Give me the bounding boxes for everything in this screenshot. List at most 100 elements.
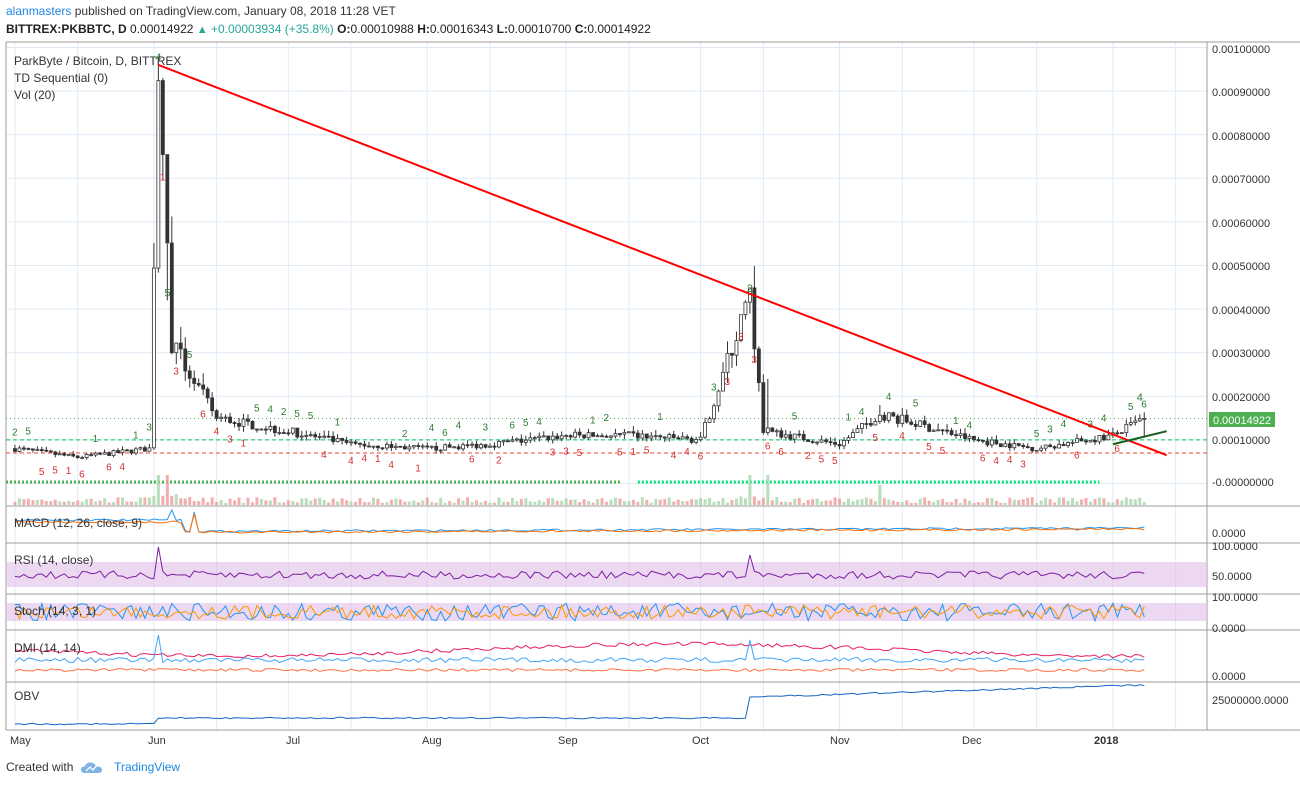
symbol-ohlc-bar: BITTREX:PKBBTC, D 0.00014922 ▲ +0.000039… bbox=[6, 22, 651, 36]
candle-body bbox=[528, 437, 533, 441]
volume-bar bbox=[752, 496, 756, 505]
price-tick: 0.00020000 bbox=[1212, 392, 1270, 404]
volume-bar bbox=[1012, 499, 1016, 505]
td-count: 4 bbox=[348, 456, 354, 467]
candle-body bbox=[438, 449, 443, 452]
td-count: 1 bbox=[160, 173, 166, 184]
candle-body bbox=[35, 449, 40, 451]
candle-body bbox=[241, 418, 246, 427]
td-count: 5 bbox=[832, 456, 838, 467]
author-link[interactable]: alanmasters bbox=[6, 4, 71, 18]
chart-canvas[interactable]: 2 55 5 1 616 413135643 15 4 2 5 5414 4 14214 646326 5 4… bbox=[0, 40, 1300, 755]
time-label: Nov bbox=[830, 735, 850, 747]
candle-body bbox=[187, 370, 192, 379]
candle-body bbox=[1079, 438, 1084, 442]
candle-body bbox=[595, 435, 600, 438]
volume-bar bbox=[708, 497, 712, 505]
volume-bar bbox=[999, 502, 1003, 505]
volume-bar bbox=[959, 502, 963, 505]
candle-body bbox=[196, 383, 201, 386]
td-count: 4 bbox=[966, 421, 972, 432]
stoch-title: Stoch (14, 3, 1) bbox=[14, 604, 96, 618]
candle-body bbox=[39, 449, 44, 451]
td-count: 6 bbox=[469, 455, 475, 466]
td-count: 6 bbox=[1074, 451, 1080, 462]
candle-body bbox=[456, 446, 461, 450]
tradingview-brand-link[interactable]: TradingView bbox=[114, 760, 180, 774]
candle-body bbox=[272, 425, 277, 433]
td-count: 1 bbox=[335, 418, 341, 429]
time-label: Sep bbox=[558, 735, 578, 747]
candle-body bbox=[1115, 432, 1120, 435]
candle-body bbox=[134, 448, 138, 454]
candle-body bbox=[353, 441, 358, 444]
candle-body bbox=[107, 452, 111, 456]
volume-bar bbox=[846, 498, 850, 505]
candle-body bbox=[17, 447, 22, 452]
candle-body bbox=[712, 405, 716, 420]
volume-bar bbox=[963, 498, 967, 505]
candle-body bbox=[644, 433, 649, 439]
volume-bar bbox=[282, 502, 286, 505]
td-sequential-title: TD Sequential (0) bbox=[14, 71, 108, 85]
dmi-tick: 0.0000 bbox=[1212, 671, 1246, 683]
candle-body bbox=[627, 431, 631, 434]
volume-bar bbox=[385, 502, 389, 505]
candle-body bbox=[618, 433, 622, 435]
volume-bar bbox=[40, 499, 44, 505]
td-count: 6 bbox=[1114, 444, 1120, 455]
td-count: 4 bbox=[671, 451, 677, 462]
td-count: 3 bbox=[1020, 459, 1026, 470]
candle-body bbox=[219, 416, 224, 419]
candle-body bbox=[635, 432, 640, 439]
volume-bar bbox=[1044, 497, 1048, 505]
volume-bar bbox=[107, 502, 111, 505]
candle-body bbox=[402, 446, 407, 450]
td-count: 3 bbox=[738, 332, 744, 343]
time-label: Oct bbox=[692, 735, 709, 747]
candle-body bbox=[380, 447, 385, 450]
volume-bar bbox=[690, 499, 694, 505]
candle-body bbox=[1133, 420, 1138, 423]
candle-body bbox=[429, 445, 434, 448]
time-axis[interactable]: May Jun Jul Aug Sep Oct Nov Dec 2018 bbox=[10, 735, 1118, 747]
candle-body bbox=[949, 430, 954, 435]
volume-bar bbox=[367, 502, 371, 505]
volume-bar bbox=[591, 502, 595, 505]
candle-body bbox=[385, 444, 389, 449]
volume-bar bbox=[833, 497, 837, 505]
volume-bar bbox=[89, 498, 93, 505]
volume-bar bbox=[49, 501, 53, 505]
volume-bar bbox=[681, 501, 685, 505]
price-tick: 0.00100000 bbox=[1212, 44, 1270, 56]
candle-body bbox=[519, 438, 524, 443]
td-count: 2 bbox=[805, 451, 811, 462]
volume-bar bbox=[237, 497, 241, 505]
td-count: 4 bbox=[214, 426, 220, 437]
candle-body bbox=[1025, 446, 1030, 449]
candle-body bbox=[972, 435, 976, 441]
candle-body bbox=[111, 450, 116, 456]
candle-body bbox=[703, 422, 707, 438]
volume-bar bbox=[806, 499, 810, 505]
td-count: 6 bbox=[765, 442, 771, 453]
volume-bar bbox=[829, 500, 833, 505]
volume-bar bbox=[873, 501, 877, 505]
td-count: 2 bbox=[496, 455, 502, 466]
candle-body bbox=[806, 439, 811, 442]
candle-body bbox=[855, 428, 860, 433]
price-axis[interactable]: 0.00100000 0.00090000 0.00080000 0.00070… bbox=[1209, 44, 1288, 707]
volume-bar bbox=[103, 498, 107, 505]
volume-bar bbox=[770, 500, 774, 505]
volume-bar bbox=[322, 500, 326, 505]
candle-body bbox=[308, 434, 313, 437]
candle-body bbox=[1084, 440, 1088, 443]
volume-bar bbox=[192, 500, 196, 505]
footer: Created with TradingView bbox=[6, 760, 180, 774]
volume-bar bbox=[26, 498, 30, 505]
candle-body bbox=[259, 428, 264, 431]
obv-line bbox=[14, 684, 1145, 726]
candle-body bbox=[223, 416, 228, 419]
volume-bar bbox=[327, 502, 331, 505]
volume-bar bbox=[793, 498, 797, 505]
